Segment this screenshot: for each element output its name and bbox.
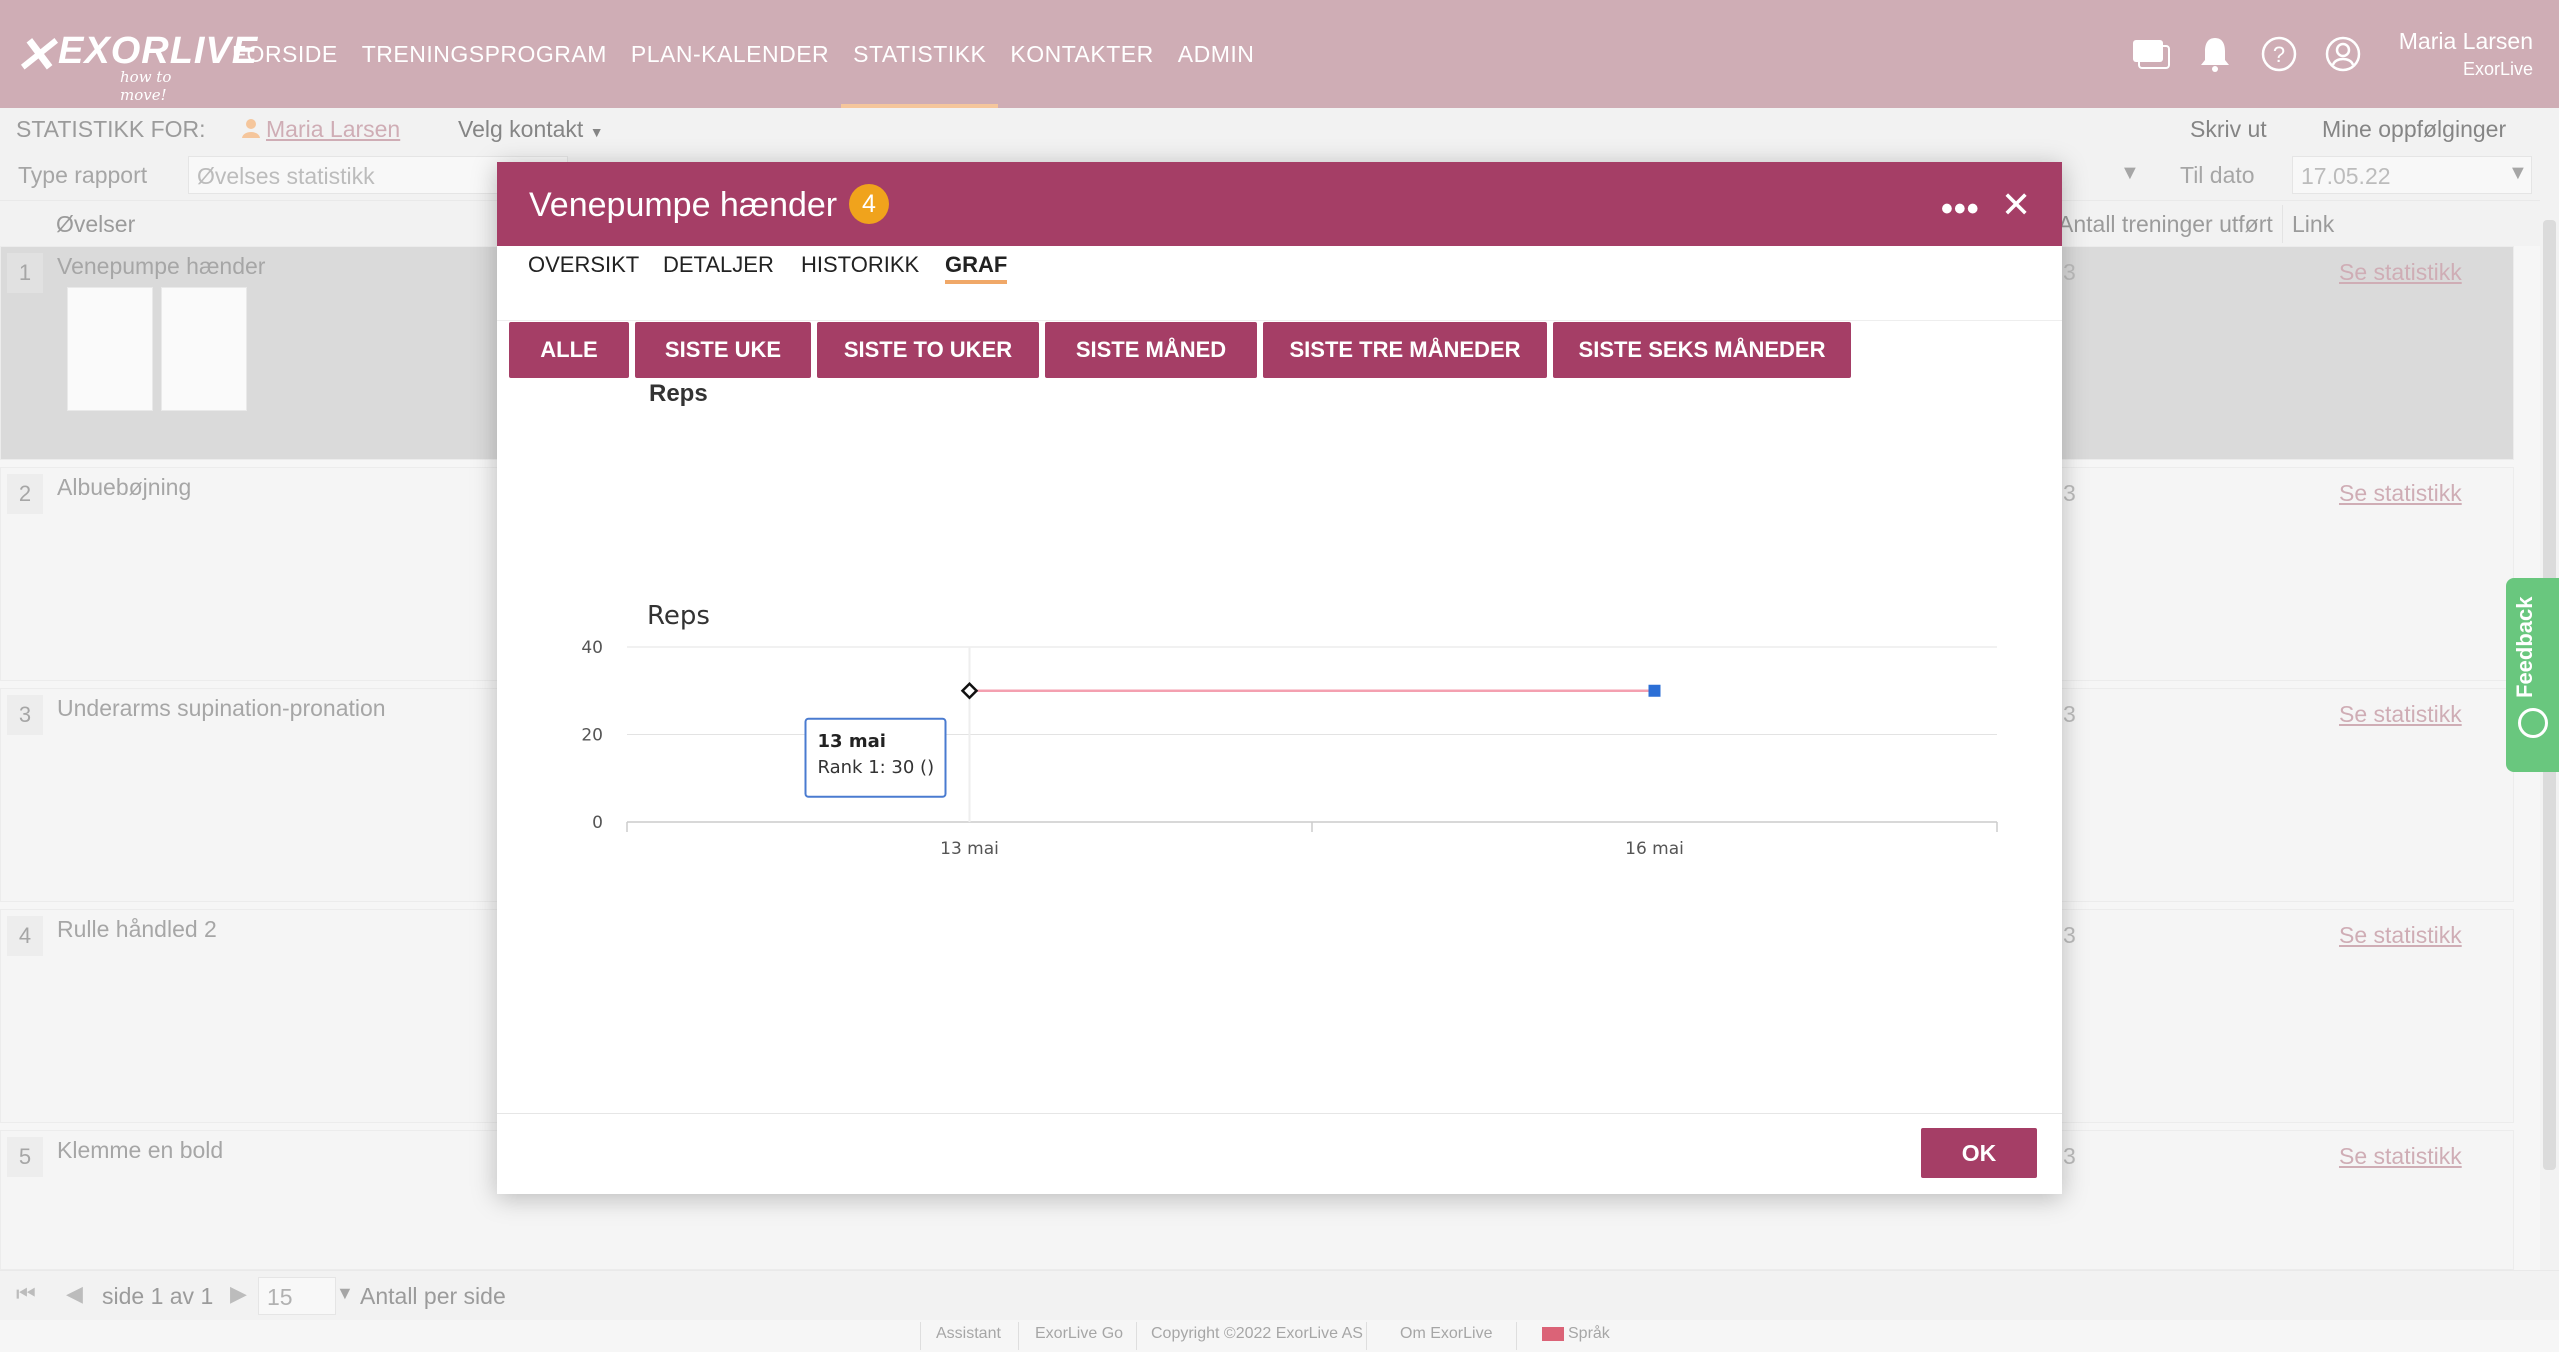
- y-tick-label: 20: [581, 726, 603, 746]
- tooltip-date: 13 mai: [818, 731, 886, 752]
- tab-detaljer[interactable]: DETALJER: [663, 252, 774, 278]
- x-tick-label: 16 mai: [1625, 839, 1684, 859]
- tab-graf[interactable]: GRAF: [945, 252, 1008, 284]
- data-point: [1648, 684, 1661, 697]
- chart-ticks: 0 20 40 13 mai 16 mai: [581, 638, 1684, 859]
- statistics-dialog: Venepumpe hænder 4 ••• ✕ OVERSIKT DETALJ…: [497, 162, 2062, 1194]
- dialog-footer-divider: [497, 1113, 2062, 1114]
- filter-last-two-weeks-button[interactable]: SISTE TO UKER: [817, 322, 1039, 378]
- filter-last-six-months-button[interactable]: SISTE SEKS MÅNEDER: [1553, 322, 1851, 378]
- chart-title: Reps: [647, 601, 710, 631]
- close-icon[interactable]: ✕: [2001, 184, 2031, 226]
- tabs-divider: [497, 320, 2062, 321]
- tab-historikk[interactable]: HISTORIKK: [801, 252, 919, 278]
- x-tick-label: 13 mai: [940, 839, 999, 859]
- tab-oversikt[interactable]: OVERSIKT: [528, 252, 639, 278]
- filter-last-month-button[interactable]: SISTE MÅNED: [1045, 322, 1257, 378]
- tooltip-value: Rank 1: 30 (): [818, 757, 935, 778]
- chart-tooltip: 13 mai Rank 1: 30 (): [804, 717, 947, 798]
- more-options-icon[interactable]: •••: [1941, 190, 1980, 229]
- filter-last-three-months-button[interactable]: SISTE TRE MÅNEDER: [1263, 322, 1547, 378]
- reps-line-chart: Reps 0 20 40 13 mai 16 mai 13 mai Rank 1: 30…: [581, 601, 1998, 859]
- chart-series: [960, 681, 1661, 700]
- dialog-tabs: OVERSIKT DETALJER HISTORIKK GRAF: [497, 246, 2062, 284]
- chart-section-heading: Reps: [649, 380, 708, 407]
- count-badge: 4: [849, 184, 889, 224]
- data-point-highlighted: [960, 681, 979, 700]
- filter-all-button[interactable]: ALLE: [509, 322, 629, 378]
- filter-last-week-button[interactable]: SISTE UKE: [635, 322, 811, 378]
- y-tick-label: 40: [581, 638, 603, 658]
- ok-button[interactable]: OK: [1921, 1128, 2037, 1178]
- dialog-title: Venepumpe hænder: [529, 186, 838, 224]
- y-tick-label: 0: [592, 813, 603, 833]
- dialog-header: Venepumpe hænder 4 ••• ✕: [497, 162, 2062, 246]
